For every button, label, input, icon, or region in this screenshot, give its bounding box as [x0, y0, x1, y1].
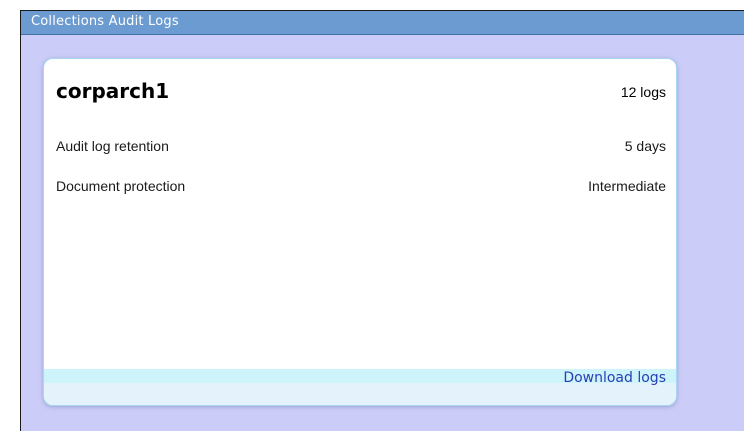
panel-titlebar: Collections Audit Logs: [21, 11, 744, 35]
collection-name: corparch1: [56, 79, 170, 103]
protection-value: Intermediate: [588, 178, 666, 194]
panel-title: Collections Audit Logs: [31, 14, 179, 29]
property-row-protection: Document protection Intermediate: [56, 178, 666, 196]
retention-value: 5 days: [624, 138, 666, 154]
card-footer: Download logs: [44, 369, 676, 405]
protection-label: Document protection: [56, 178, 186, 194]
property-row-retention: Audit log retention 5 days: [56, 138, 666, 156]
collection-card: corparch1 12 logs Audit log retention 5 …: [43, 58, 677, 406]
download-logs-link[interactable]: Download logs: [563, 370, 666, 386]
log-count: 12 logs: [620, 84, 666, 100]
audit-logs-panel: Collections Audit Logs corparch1 12 logs…: [20, 10, 744, 431]
retention-label: Audit log retention: [56, 138, 169, 154]
